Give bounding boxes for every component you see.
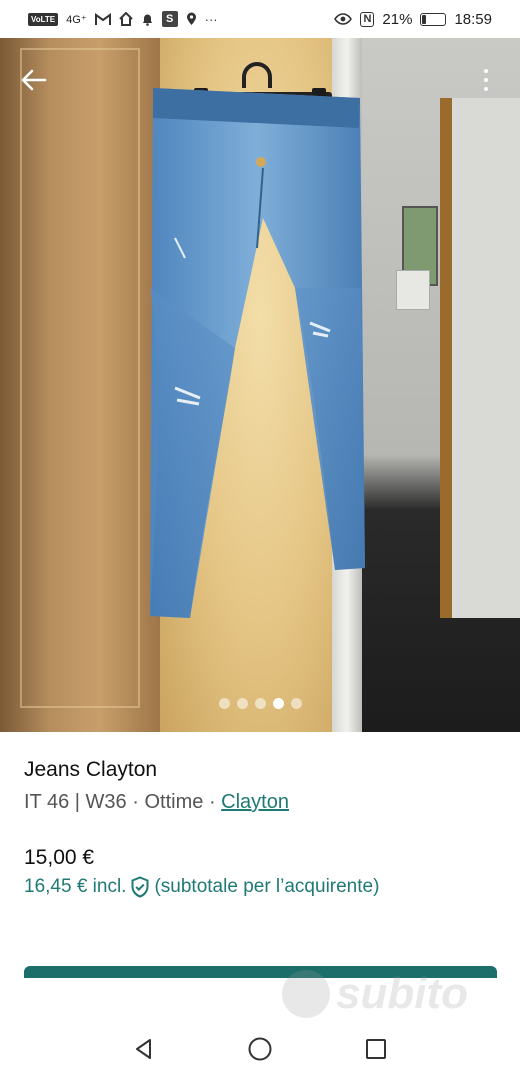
nav-recents-button[interactable] <box>360 1033 392 1065</box>
separator-dot-1: · <box>132 791 139 813</box>
back-arrow-icon <box>21 69 47 91</box>
gallery-dot <box>272 698 284 709</box>
size-it: IT 46 <box>24 791 70 813</box>
price-incl-value: 16,45 € incl. <box>24 876 127 897</box>
gallery-dot <box>254 698 266 709</box>
nav-back-button[interactable] <box>128 1033 160 1065</box>
location-icon <box>186 12 196 25</box>
gallery-dot <box>218 698 230 709</box>
battery-icon <box>420 12 447 26</box>
photo-background-door <box>0 38 165 732</box>
photo-background-plate <box>396 270 430 310</box>
listing-info: Jeans Clayton IT 46 | W36 · Ottime · Cla… <box>24 758 504 898</box>
square-recents-icon <box>366 1039 386 1059</box>
bell-icon <box>142 14 152 26</box>
price-including-fees[interactable]: 16,45 € incl. (subtotale per l’acquirent… <box>24 876 379 898</box>
nfc-icon: N <box>360 11 375 27</box>
clock: 18:59 <box>454 10 492 28</box>
photo-background-doorframe <box>440 98 520 618</box>
gallery-page-indicator <box>0 698 520 709</box>
circle-home-icon <box>248 1037 272 1061</box>
listing-photo-gallery[interactable] <box>0 38 520 732</box>
more-vertical-icon <box>484 69 488 91</box>
gmail-icon <box>94 12 111 25</box>
subito-logo-icon <box>282 970 330 1018</box>
listing-attributes: IT 46 | W36 · Ottime · Clayton <box>24 791 504 819</box>
separator-dot-2: · <box>208 791 216 813</box>
s-app-icon: S <box>161 11 178 27</box>
price: 15,00 € <box>24 846 95 869</box>
watermark-text: subito <box>336 969 468 1018</box>
gallery-dot <box>236 698 248 709</box>
more-notifications-icon: ··· <box>204 11 218 27</box>
price-incl-note: (subtotale per l’acquirente) <box>154 876 380 897</box>
status-bar-right: N 21% 18:59 <box>334 11 492 28</box>
subito-watermark: subito <box>282 962 468 1026</box>
jeans-product-image <box>150 88 365 618</box>
signal-indicator: 4G⁺ <box>66 13 87 26</box>
volte-badge: VoLTE <box>28 12 59 26</box>
system-navigation-bar <box>0 1018 520 1080</box>
shield-check-icon <box>131 876 149 898</box>
size-w: W36 <box>85 791 127 813</box>
home-notification-icon <box>118 12 133 26</box>
listing-title: Jeans Clayton <box>24 758 158 781</box>
more-options-button[interactable] <box>468 60 504 100</box>
battery-percent: 21% <box>382 10 413 28</box>
battery-level-fill <box>422 14 427 24</box>
gallery-dot <box>290 698 302 709</box>
triangle-back-icon <box>136 1039 151 1059</box>
brand-link[interactable]: Clayton <box>221 791 289 813</box>
eye-icon <box>334 13 353 25</box>
back-button[interactable] <box>14 62 54 98</box>
status-bar-left: VoLTE 4G⁺ S ··· <box>28 11 218 27</box>
separator-bar: | <box>74 791 80 813</box>
condition: Ottime <box>144 791 204 813</box>
nav-home-button[interactable] <box>244 1033 276 1065</box>
status-bar: VoLTE 4G⁺ S ··· N 21% 18:59 <box>0 0 520 38</box>
